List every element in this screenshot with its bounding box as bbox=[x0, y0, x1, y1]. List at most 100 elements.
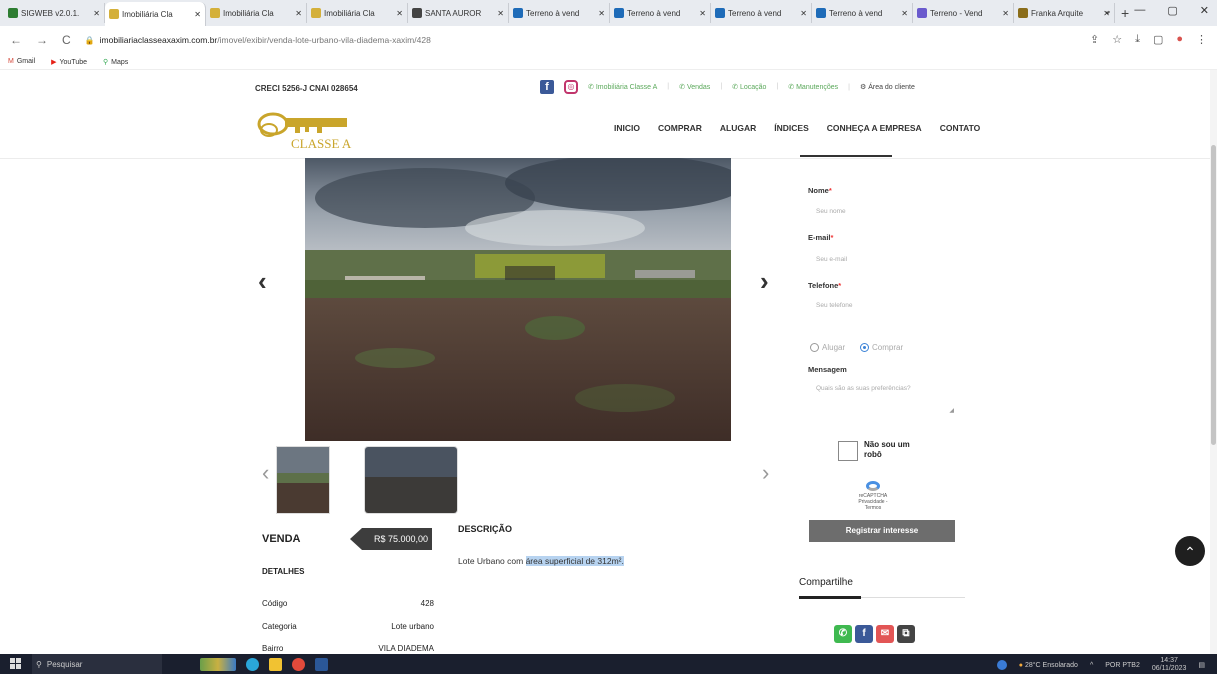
close-icon[interactable]: ✕ bbox=[901, 9, 908, 18]
bookmark-maps[interactable]: ⚲ Maps bbox=[103, 58, 128, 66]
email-input[interactable]: Seu e-mail bbox=[816, 256, 847, 263]
copy-link-icon[interactable]: ⧉ bbox=[897, 625, 915, 643]
share-icon[interactable]: ⇪ bbox=[1090, 33, 1099, 46]
nav-item[interactable]: ÍNDICES bbox=[774, 123, 808, 133]
forward-icon[interactable]: → bbox=[36, 33, 48, 47]
word-icon[interactable] bbox=[315, 657, 328, 671]
minimize-icon[interactable]: — bbox=[1134, 4, 1145, 17]
property-main-photo bbox=[305, 158, 731, 441]
language-indicator[interactable]: POR PTB2 bbox=[1105, 662, 1140, 669]
required-mark: * bbox=[838, 281, 842, 290]
gallery-prev-button[interactable]: ‹ bbox=[258, 266, 267, 297]
close-icon[interactable]: ✕ bbox=[396, 9, 403, 18]
taskbar-search[interactable]: ⚲ Pesquisar bbox=[32, 654, 162, 674]
download-icon[interactable]: ⤓ bbox=[1135, 33, 1140, 46]
browser-tab[interactable]: Terreno à vend ✕ bbox=[812, 3, 913, 23]
header-link[interactable]: ✆ Vendas bbox=[679, 83, 710, 91]
close-icon[interactable]: ✕ bbox=[93, 9, 100, 18]
thumbnail-1[interactable] bbox=[276, 446, 330, 514]
maximize-icon[interactable]: ▢ bbox=[1167, 4, 1177, 17]
nav-item[interactable]: CONHEÇA A EMPRESA bbox=[827, 123, 922, 133]
radio-comprar[interactable]: Comprar bbox=[860, 343, 903, 352]
url-field[interactable]: imobiliariaclasseaxaxim.com.br/imovel/ex… bbox=[100, 35, 431, 45]
email-share-icon[interactable]: ✉ bbox=[876, 625, 894, 643]
close-icon[interactable]: ✕ bbox=[295, 9, 302, 18]
register-interest-button[interactable]: Registrar interesse bbox=[809, 520, 955, 542]
close-icon[interactable]: ✕ bbox=[497, 9, 504, 18]
browser-tab[interactable]: SANTA AUROR ✕ bbox=[408, 3, 509, 23]
header-links: f ◎ ✆ Imobiliária Classe A | ✆ Vendas | ✆ Lo… bbox=[540, 80, 915, 94]
header-link[interactable]: ✆ Locação bbox=[732, 83, 766, 91]
tab-title: Terreno à vend bbox=[526, 8, 580, 18]
close-icon[interactable]: ✕ bbox=[194, 10, 201, 19]
creci-info: CRECI 5256-J CNAI 028654 bbox=[255, 84, 358, 93]
whatsapp-icon: ✆ bbox=[732, 84, 739, 91]
browser-tab[interactable]: Imobiliária Cla ✕ bbox=[307, 3, 408, 23]
scrollbar-thumb[interactable] bbox=[1211, 145, 1216, 445]
header-link[interactable]: ✆ Manutenções bbox=[788, 83, 838, 91]
facebook-icon[interactable]: f bbox=[540, 80, 554, 94]
browser-tab[interactable]: Terreno - Vend ✕ bbox=[913, 3, 1014, 23]
separator: | bbox=[848, 83, 850, 91]
telefone-input[interactable]: Seu telefone bbox=[816, 302, 853, 309]
radio-circle-selected bbox=[860, 343, 869, 352]
nome-input[interactable]: Seu nome bbox=[816, 208, 846, 215]
facebook-share-icon[interactable]: f bbox=[855, 625, 873, 643]
header-link[interactable]: ✆ Imobiliária Classe A bbox=[588, 83, 657, 91]
browser-tab[interactable]: Imobiliária Cla ✕ bbox=[105, 2, 206, 26]
widgets-icon[interactable] bbox=[200, 657, 236, 671]
gallery-next-button[interactable]: › bbox=[760, 266, 769, 297]
deal-type: VENDA bbox=[262, 533, 301, 545]
nav-item[interactable]: CONTATO bbox=[940, 123, 981, 133]
email-label: E-mail* bbox=[808, 233, 833, 242]
bookmark-gmail[interactable]: M Gmail bbox=[8, 58, 35, 65]
browser-tab[interactable]: Terreno à vend ✕ bbox=[610, 3, 711, 23]
recaptcha-terms[interactable]: Privacidade - Termos bbox=[855, 499, 891, 511]
browser-tab[interactable]: Imobiliária Cla ✕ bbox=[206, 3, 307, 23]
scroll-to-top-button[interactable]: ⌃ bbox=[1175, 536, 1205, 566]
close-icon[interactable]: ✕ bbox=[598, 9, 605, 18]
nav-item[interactable]: ALUGAR bbox=[720, 123, 756, 133]
mensagem-textarea[interactable]: Quais são as suas preferências? ◢ bbox=[816, 384, 956, 416]
search-icon: ⚲ bbox=[36, 659, 42, 669]
whatsapp-share-icon[interactable]: ✆ bbox=[834, 625, 852, 643]
clock[interactable]: 14:37 06/11/2023 bbox=[1152, 657, 1187, 673]
bookmark-youtube[interactable]: ▶ YouTube bbox=[51, 58, 87, 66]
reload-icon[interactable]: C bbox=[62, 33, 71, 47]
required-mark: * bbox=[828, 186, 832, 195]
edge-icon[interactable] bbox=[246, 657, 259, 671]
profile-avatar[interactable]: ● bbox=[1176, 33, 1183, 46]
instagram-icon[interactable]: ◎ bbox=[564, 80, 578, 94]
thumbs-next-button[interactable]: › bbox=[762, 460, 769, 486]
site-logo[interactable]: CLASSE A bbox=[255, 108, 355, 156]
tray-chevron-icon[interactable]: ^ bbox=[1090, 662, 1093, 669]
close-icon[interactable]: ✕ bbox=[1002, 9, 1009, 18]
notifications-icon[interactable]: ▤ bbox=[1198, 661, 1205, 669]
chrome-icon[interactable] bbox=[292, 657, 305, 671]
close-icon[interactable]: ✕ bbox=[800, 9, 807, 18]
browser-tab[interactable]: SIGWEB v2.0.1. ✕ bbox=[4, 3, 105, 23]
radio-alugar[interactable]: Alugar bbox=[810, 343, 845, 352]
description-highlight: área superficial de 312m². bbox=[525, 556, 624, 566]
recaptcha-checkbox[interactable] bbox=[838, 441, 858, 461]
sidebar-icon[interactable]: ▢ bbox=[1153, 33, 1163, 46]
thumbs-prev-button[interactable]: ‹ bbox=[262, 460, 269, 486]
browser-tab[interactable]: Terreno à vend ✕ bbox=[711, 3, 812, 23]
bookmark-star-icon[interactable]: ☆ bbox=[1112, 33, 1122, 46]
menu-icon[interactable]: ⋮ bbox=[1196, 33, 1207, 46]
close-window-icon[interactable]: ✕ bbox=[1200, 4, 1209, 17]
nav-item[interactable]: INICIO bbox=[614, 123, 640, 133]
weather-widget[interactable]: ● 28°C Ensolarado bbox=[1019, 662, 1078, 669]
browser-tab[interactable]: Terreno à vend ✕ bbox=[509, 3, 610, 23]
client-area-link[interactable]: ⚙ Área do cliente bbox=[860, 83, 915, 91]
tab-search-icon[interactable]: ⌄ bbox=[1103, 4, 1112, 17]
close-icon[interactable]: ✕ bbox=[699, 9, 706, 18]
windows-start-icon[interactable] bbox=[0, 654, 32, 674]
file-explorer-icon[interactable] bbox=[269, 657, 282, 671]
network-app-icon[interactable] bbox=[996, 660, 1007, 670]
thumbnail-2[interactable] bbox=[364, 446, 458, 514]
nav-item[interactable]: COMPRAR bbox=[658, 123, 702, 133]
browser-tab[interactable]: Franka Arquite ✕ bbox=[1014, 3, 1115, 23]
resize-handle-icon[interactable]: ◢ bbox=[949, 407, 954, 416]
back-icon[interactable]: ← bbox=[10, 33, 22, 47]
